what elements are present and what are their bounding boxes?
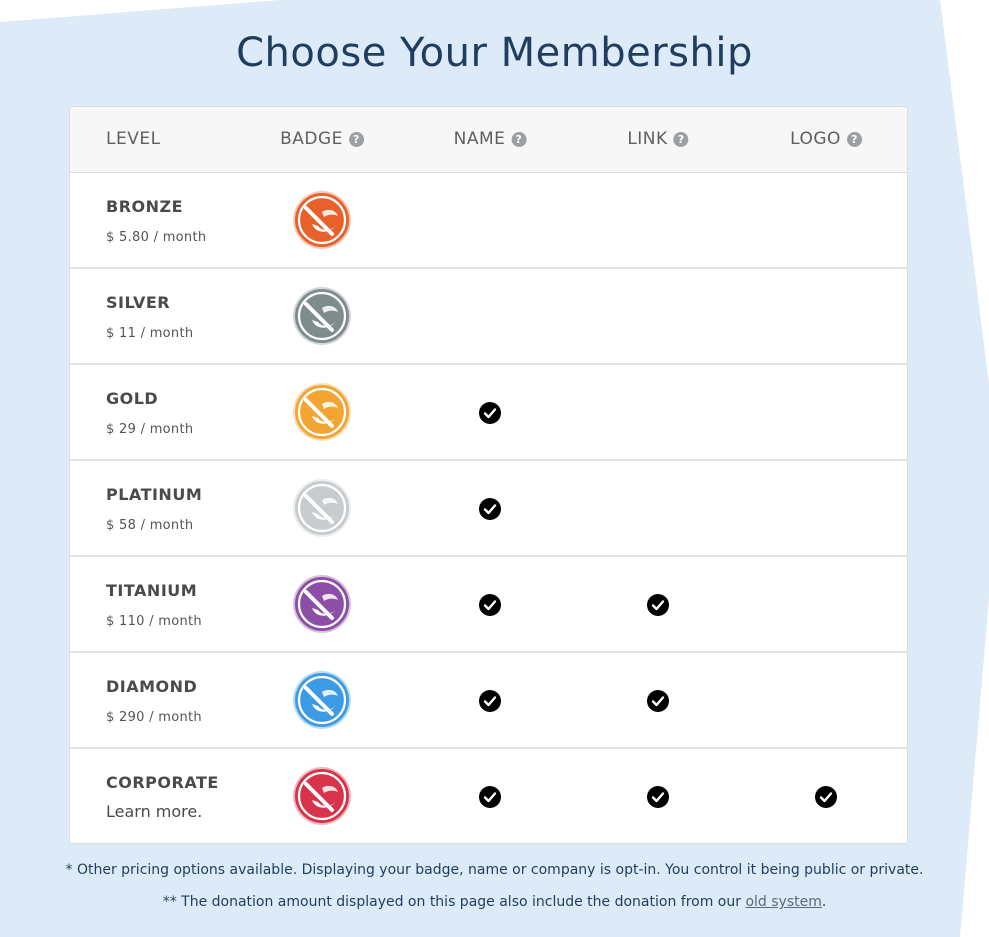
membership-table: LEVEL BADGE ? NAME ? LINK ? LOGO ? BRONZ…	[69, 106, 908, 844]
column-header-logo: LOGO ?	[790, 129, 862, 149]
table-row: PLATINUM $ 58 / month	[70, 461, 907, 557]
level-price: $ 5.80 / month	[106, 230, 207, 245]
table-row: GOLD $ 29 / month	[70, 365, 907, 461]
wing-badge-icon	[292, 670, 352, 730]
check-circle-icon	[647, 594, 669, 616]
question-circle-icon[interactable]: ?	[511, 131, 527, 147]
question-circle-icon[interactable]: ?	[348, 131, 364, 147]
table-row: TITANIUM $ 110 / month	[70, 557, 907, 653]
wing-badge-icon	[292, 766, 352, 826]
level-price: $ 29 / month	[106, 422, 194, 437]
check-circle-icon	[647, 690, 669, 712]
table-row: SILVER $ 11 / month	[70, 269, 907, 365]
level-name: GOLD	[106, 389, 159, 408]
wing-badge-icon	[292, 574, 352, 634]
check-circle-icon	[815, 786, 837, 808]
table-header: LEVEL BADGE ? NAME ? LINK ? LOGO ?	[70, 107, 907, 173]
level-price: $ 110 / month	[106, 614, 202, 629]
column-header-name: NAME ?	[454, 129, 527, 149]
wing-badge-icon	[292, 382, 352, 442]
column-header-badge: BADGE ?	[280, 129, 364, 149]
footnote-donation-prefix: ** The donation amount displayed on this…	[162, 894, 746, 910]
wing-badge-icon	[292, 286, 352, 346]
check-circle-icon	[479, 498, 501, 520]
check-circle-icon	[479, 402, 501, 424]
footnote-donation-suffix: .	[821, 894, 827, 910]
level-name: BRONZE	[106, 197, 184, 216]
column-header-name-label: NAME	[453, 129, 506, 149]
level-name: TITANIUM	[106, 581, 198, 600]
page-title: Choose Your Membership	[236, 30, 753, 76]
column-header-badge-label: BADGE	[280, 129, 343, 149]
question-circle-icon[interactable]: ?	[846, 131, 862, 147]
check-circle-icon	[647, 786, 669, 808]
table-row: BRONZE $ 5.80 / month	[70, 173, 907, 269]
check-circle-icon	[479, 690, 501, 712]
level-name: CORPORATE	[106, 773, 219, 792]
level-price: $ 11 / month	[106, 326, 194, 341]
table-row: CORPORATE Learn more.	[70, 749, 907, 843]
wing-badge-icon	[292, 478, 352, 538]
level-name: DIAMOND	[106, 677, 198, 696]
column-header-level-label: LEVEL	[106, 129, 161, 149]
column-header-link: LINK ?	[627, 129, 689, 149]
level-price: $ 58 / month	[106, 518, 194, 533]
table-row: DIAMOND $ 290 / month	[70, 653, 907, 749]
question-circle-icon[interactable]: ?	[673, 131, 689, 147]
level-price: $ 290 / month	[106, 710, 202, 725]
learn-more-link[interactable]: Learn more.	[106, 802, 202, 821]
check-circle-icon	[479, 594, 501, 616]
column-header-link-label: LINK	[627, 129, 668, 149]
column-header-level: LEVEL	[106, 129, 161, 149]
footnote-donation: ** The donation amount displayed on this…	[0, 894, 989, 910]
wing-badge-icon	[292, 190, 352, 250]
column-header-logo-label: LOGO	[790, 129, 841, 149]
old-system-link[interactable]: old system	[745, 894, 821, 910]
check-circle-icon	[479, 786, 501, 808]
level-name: SILVER	[106, 293, 171, 312]
level-name: PLATINUM	[106, 485, 203, 504]
footnote-pricing: * Other pricing options available. Displ…	[65, 862, 924, 878]
